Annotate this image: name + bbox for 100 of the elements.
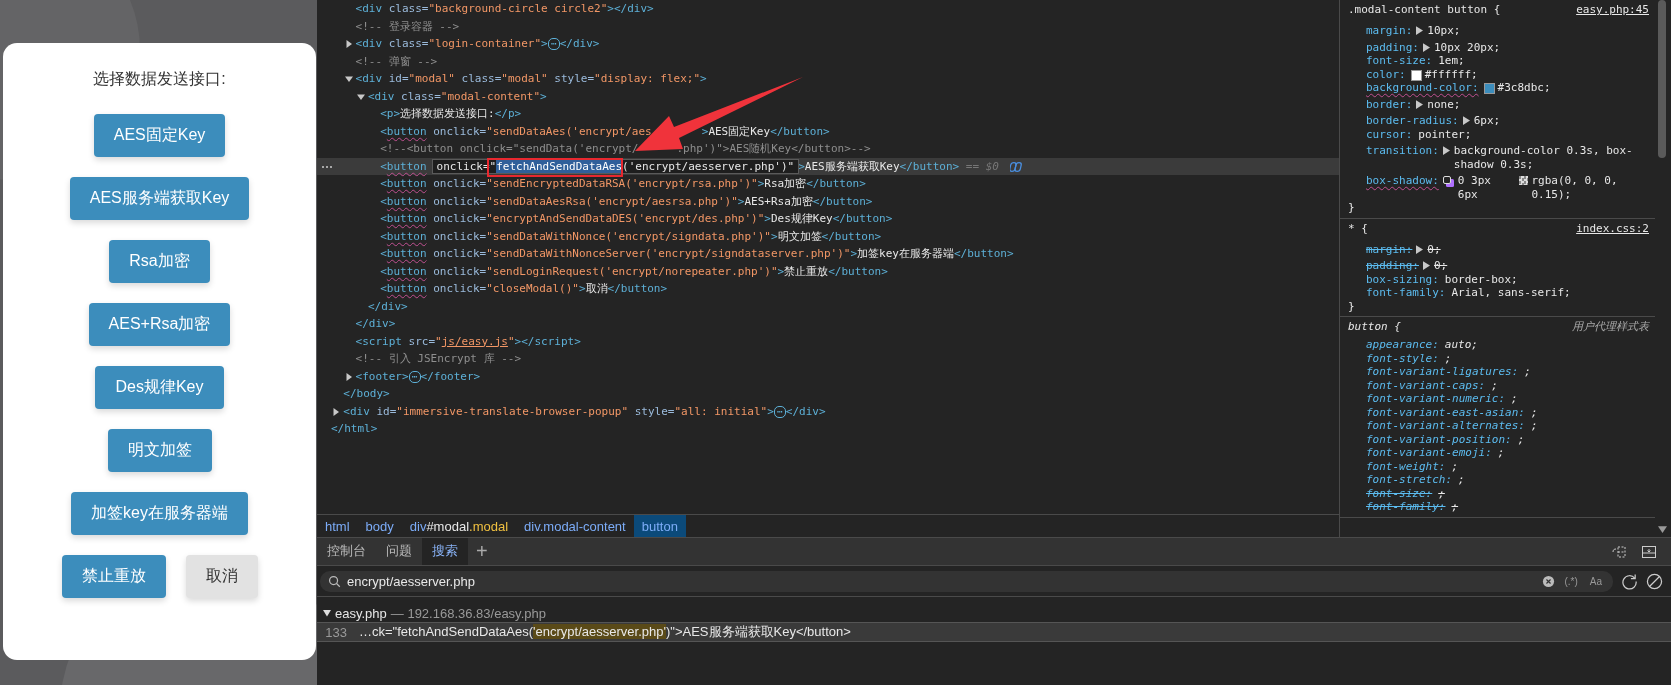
dom-node-line[interactable]: </html>	[331, 422, 378, 435]
css-property[interactable]: margin:	[1366, 242, 1413, 256]
css-property[interactable]: font-variant-emoji:	[1366, 446, 1492, 460]
search-option-toggle[interactable]: (.*)	[1561, 575, 1581, 587]
dock-icon[interactable]	[1641, 543, 1657, 560]
source-link[interactable]: index.css:2	[1576, 221, 1649, 240]
option-button[interactable]: 明文加签	[107, 429, 212, 472]
expanded-triangle-icon[interactable]	[323, 609, 331, 617]
css-property[interactable]: color:	[1366, 67, 1406, 81]
css-property[interactable]: padding:	[1366, 259, 1419, 273]
option-button[interactable]: Des规律Key	[95, 366, 224, 409]
option-button[interactable]: AES服务端获取Key	[69, 177, 250, 220]
css-property[interactable]: font-size:	[1366, 486, 1433, 500]
css-property[interactable]: font-style:	[1366, 351, 1439, 365]
css-property[interactable]: font-variant-caps:	[1366, 378, 1486, 392]
search-result-line[interactable]: …ck="fetchAndSendDataAes('encrypt/aesserver.php')">AES服务端获取Key</button>	[359, 623, 851, 641]
collapsed-triangle-icon[interactable]	[332, 407, 341, 416]
transparency-swatch[interactable]	[1519, 176, 1529, 185]
option-button[interactable]: AES固定Key	[93, 114, 226, 157]
dom-node-line[interactable]: <!-- 引入 JSEncrypt 库 -->	[355, 352, 522, 365]
dom-node-line[interactable]: <div class="background-circle circle2"></div>	[355, 2, 654, 15]
dom-node-line[interactable]: <button onclick="sendDataWithNonceServer('encrypt/signdataserver.php')">加签key在服务器端</button>	[380, 247, 1014, 260]
css-property[interactable]: font-weight:	[1366, 459, 1446, 473]
css-property[interactable]: font-variant-east-asian:	[1366, 405, 1525, 419]
expand-triangle-icon[interactable]	[1462, 116, 1470, 125]
dom-node-line[interactable]: <div class="login-container"> ⋯ </div>	[355, 37, 600, 50]
dom-node-line[interactable]: </div>	[355, 317, 396, 330]
add-tab-button[interactable]: +	[468, 538, 496, 565]
collapsed-triangle-icon[interactable]	[344, 372, 353, 381]
clear-icon[interactable]	[1542, 574, 1556, 588]
css-property[interactable]: font-stretch:	[1366, 473, 1453, 487]
color-swatch[interactable]	[1483, 83, 1495, 94]
css-property[interactable]: padding:	[1366, 40, 1419, 54]
css-property[interactable]: transition:	[1366, 144, 1439, 158]
dom-node-line[interactable]: <!-- 登录容器 -->	[355, 19, 460, 33]
dom-node-line[interactable]: <p>选择数据发送接口:</p>	[380, 107, 522, 120]
breadcrumb-item[interactable]: div#modal.modal	[401, 515, 517, 537]
option-button[interactable]: 禁止重放	[61, 555, 166, 598]
expanded-triangle-icon[interactable]	[356, 92, 365, 101]
shadow-editor-icon[interactable]	[1442, 176, 1454, 187]
dom-node-line[interactable]: <button onclick="sendLoginRequest('encrypt/norepeater.php')">禁止重放</button>	[380, 264, 888, 278]
css-property[interactable]: appearance:	[1366, 338, 1439, 352]
css-property[interactable]: box-shadow:	[1366, 174, 1439, 188]
css-property[interactable]: font-size:	[1366, 54, 1433, 68]
clear-results-icon[interactable]	[1646, 572, 1663, 590]
color-swatch[interactable]	[1410, 69, 1422, 81]
breadcrumb-item[interactable]: html	[317, 515, 358, 537]
drawer-tab[interactable]: 控制台	[317, 538, 376, 565]
dom-node-line[interactable]: <div class="modal-content">	[367, 89, 547, 103]
cancel-button[interactable]: 取消	[185, 555, 258, 598]
expanded-triangle-icon[interactable]	[344, 75, 353, 83]
drawer-tab[interactable]: 搜索	[422, 538, 468, 565]
dom-node-line[interactable]: <div id="immersive-translate-browser-popup" style="all: initial"> ⋯ </div>	[343, 404, 826, 418]
dom-node-line[interactable]: </body>	[343, 387, 390, 400]
expand-triangle-icon[interactable]	[1442, 146, 1450, 155]
dom-node-line[interactable]: <button onclick="encryptAndSendDataDES('encrypt/des.php')">Des规律Key</button>	[380, 212, 893, 225]
css-property[interactable]: font-variant-position:	[1366, 432, 1512, 446]
result-file-name[interactable]: easy.php	[335, 605, 387, 621]
css-property[interactable]: font-variant-alternates:	[1366, 419, 1525, 433]
breadcrumb-item[interactable]: button	[633, 515, 686, 537]
expand-triangle-icon[interactable]	[1416, 99, 1424, 109]
dom-node-line[interactable]: <button onclick="sendDataAes('encrypt/aes >AES固定Key</button>	[380, 124, 830, 138]
css-property[interactable]: margin:	[1366, 24, 1413, 38]
dom-node-line[interactable]: <!-- 弹窗 -->	[355, 54, 438, 68]
scroll-down-icon[interactable]	[1658, 526, 1667, 533]
assistant-icon[interactable]	[1009, 159, 1024, 174]
dom-node-line[interactable]: <script src="js/easy.js"></script>	[355, 334, 581, 348]
dom-node-line[interactable]: <button onclick="sendEncryptedDataRSA('encrypt/rsa.php')">Rsa加密</button>	[380, 177, 866, 190]
option-button[interactable]: Rsa加密	[109, 240, 210, 283]
css-property[interactable]: border:	[1366, 97, 1413, 111]
refresh-icon[interactable]	[1621, 572, 1638, 590]
option-button[interactable]: 加签key在服务器端	[71, 492, 248, 535]
css-value: none;	[1427, 97, 1461, 111]
css-property[interactable]: cursor:	[1366, 127, 1413, 141]
collapsed-triangle-icon[interactable]	[344, 40, 353, 48]
option-button[interactable]: AES+Rsa加密	[88, 303, 231, 346]
breadcrumb-item[interactable]: body	[357, 515, 402, 537]
css-property[interactable]: box-sizing:	[1366, 272, 1439, 286]
css-property[interactable]: font-family:	[1366, 286, 1446, 300]
dom-node-line[interactable]: </div>	[367, 299, 408, 313]
drawer-tab[interactable]: 问题	[376, 538, 422, 565]
dom-node-line[interactable]: <button onclick="sendDataWithNonce('encrypt/signdata.php')">明文加签</button>	[380, 229, 882, 243]
css-property[interactable]: font-variant-numeric:	[1366, 392, 1506, 406]
scrollbar-thumb[interactable]	[1658, 0, 1666, 158]
selected-result-row[interactable]: 133 …ck="fetchAndSendDataAes('encrypt/aesserver.php')">AES服务端获取Key</button>	[317, 622, 1671, 642]
dom-node-line[interactable]: <button onclick="sendDataAesRsa('encrypt/aesrsa.php')">AES+Rsa加密</button>	[380, 194, 873, 208]
css-property[interactable]: font-variant-ligatures:	[1366, 365, 1519, 379]
dom-node-line[interactable]: <footer> ⋯ </footer>	[355, 369, 481, 383]
search-option-toggle[interactable]: Aa	[1586, 575, 1605, 587]
css-property[interactable]: border-radius:	[1366, 114, 1459, 128]
search-field[interactable]: encrypt/aesserver.php (.*) Aa	[320, 570, 1613, 592]
source-link[interactable]: easy.php:45	[1576, 3, 1649, 21]
css-value: 0;	[1427, 242, 1441, 256]
dom-node-line[interactable]: <button onclick="closeModal()">取消</button>	[380, 282, 668, 295]
breadcrumb-item[interactable]: div.modal-content	[516, 515, 634, 537]
css-property[interactable]: background-color:	[1366, 81, 1479, 95]
dom-node-line[interactable]: <!--<button onclick="sendData('encrypt/ .php')">AES随机Key</button>-->	[380, 142, 871, 155]
undock-icon[interactable]	[1611, 543, 1627, 560]
css-property[interactable]: font-family:	[1366, 500, 1446, 514]
dom-node-line[interactable]: <div id="modal" class="modal" style="display: flex;">	[355, 72, 707, 85]
